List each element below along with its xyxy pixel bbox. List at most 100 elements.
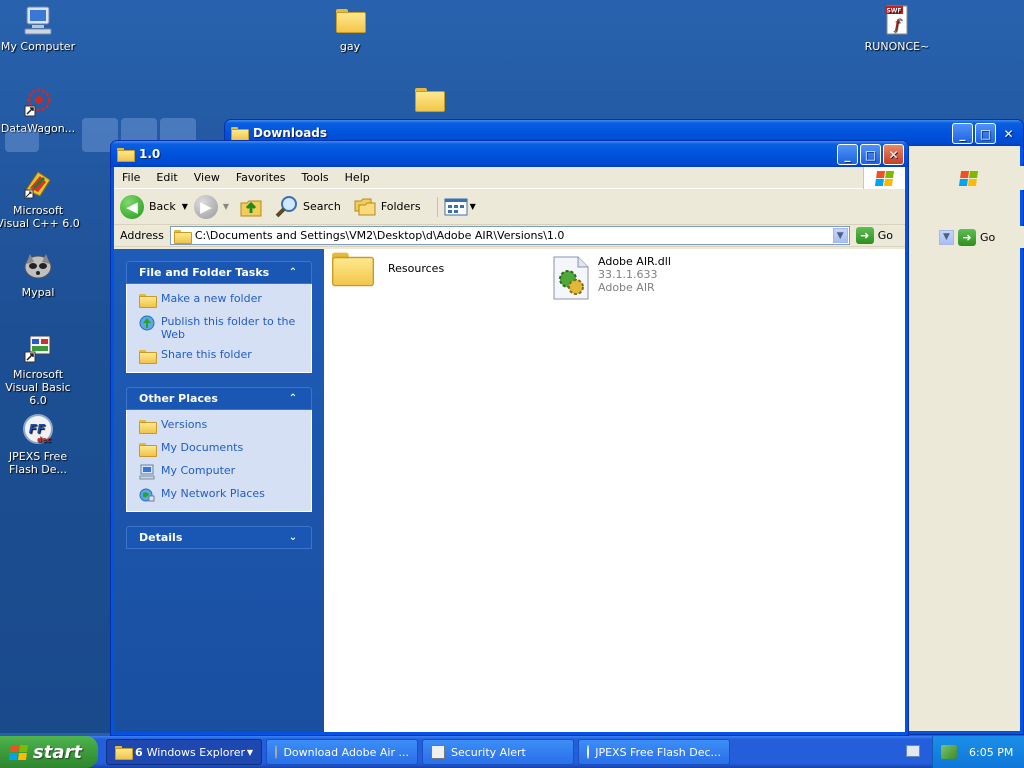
versions-link[interactable]: Versions bbox=[139, 418, 303, 434]
up-folder-button[interactable] bbox=[239, 195, 263, 219]
desktop-icon-visual-basic[interactable]: Microsoft Visual Basic 6.0 bbox=[0, 332, 80, 407]
close-button[interactable]: ✕ bbox=[883, 144, 904, 165]
my-computer-icon bbox=[22, 4, 54, 36]
explorer-frame: File Edit View Favorites Tools Help ◀ Ba… bbox=[114, 167, 905, 732]
back-label: Back bbox=[149, 200, 176, 213]
link-label: Make a new folder bbox=[161, 292, 262, 305]
keyboard-icon[interactable] bbox=[906, 745, 920, 757]
file-name: Adobe AIR.dll bbox=[598, 255, 671, 268]
chevron-down-icon[interactable]: ▼ bbox=[470, 202, 476, 211]
toolbar: ◀ Back ▼ ▶ ▼ Search Folders ▼ bbox=[114, 189, 905, 225]
menu-view[interactable]: View bbox=[186, 171, 228, 184]
go-button[interactable]: Go bbox=[878, 229, 893, 242]
minimize-button[interactable]: _ bbox=[952, 123, 973, 144]
desktop-icon-visual-cpp[interactable]: Microsoft Visual C++ 6.0 bbox=[0, 168, 80, 230]
address-dropdown[interactable]: ▼ bbox=[832, 228, 848, 243]
datawagon-icon bbox=[22, 86, 54, 118]
jpexs-icon bbox=[587, 745, 590, 759]
taskbar-item-jpexs[interactable]: JPEXS Free Flash Dec... bbox=[578, 739, 730, 765]
search-label: Search bbox=[303, 200, 341, 213]
task-label: JPEXS Free Flash Dec... bbox=[595, 745, 721, 759]
views-button[interactable]: ▼ bbox=[436, 196, 476, 217]
file-version: 33.1.1.633 bbox=[598, 268, 658, 281]
mypal-icon bbox=[22, 250, 54, 282]
collapse-icon[interactable]: ⌃ bbox=[285, 391, 301, 407]
link-label: My Network Places bbox=[161, 487, 265, 500]
publish-web-link[interactable]: Publish this folder to the Web bbox=[139, 315, 303, 341]
forward-button[interactable]: ▶ ▼ bbox=[193, 194, 229, 219]
visual-basic-icon bbox=[22, 332, 54, 364]
taskbar-item-security-alert[interactable]: Security Alert bbox=[422, 739, 574, 765]
chevron-down-icon[interactable]: ▼ bbox=[223, 202, 229, 211]
menu-tools[interactable]: Tools bbox=[294, 171, 337, 184]
make-new-folder-link[interactable]: Make a new folder bbox=[139, 292, 303, 308]
desktop-icon-runonce[interactable]: SWF f RUNONCE~ bbox=[855, 4, 939, 53]
file-item-adobe-air-dll[interactable]: Adobe AIR.dll 33.1.1.633 Adobe AIR bbox=[552, 255, 671, 304]
file-details: Adobe AIR.dll 33.1.1.633 Adobe AIR bbox=[598, 255, 671, 294]
chevron-down-icon: ▼ bbox=[246, 747, 253, 757]
file-list: Resources Adobe AIR.dll 33.1.1.633 Adobe… bbox=[324, 249, 905, 732]
panel-header[interactable]: File and Folder Tasks ⌃ bbox=[126, 261, 312, 284]
minimize-button[interactable]: _ bbox=[837, 144, 858, 165]
task-label: Windows Explorer bbox=[146, 745, 246, 759]
menubar: File Edit View Favorites Tools Help bbox=[114, 167, 905, 189]
explorer-titlebar[interactable]: 1.0 _ □ ✕ bbox=[111, 141, 908, 167]
desktop-icon-label: Microsoft Visual Basic 6.0 bbox=[5, 368, 71, 407]
search-button[interactable]: Search bbox=[275, 195, 341, 219]
my-documents-link[interactable]: My Documents bbox=[139, 441, 303, 457]
share-folder-link[interactable]: Share this folder bbox=[139, 348, 303, 364]
desktop-icon-datawagon[interactable]: DataWagon... bbox=[0, 86, 80, 135]
panel-header[interactable]: Details ⌄ bbox=[126, 526, 312, 549]
folder-icon bbox=[173, 229, 192, 244]
expand-icon[interactable]: ⌄ bbox=[285, 530, 301, 546]
go-label[interactable]: Go bbox=[980, 231, 995, 244]
menu-favorites[interactable]: Favorites bbox=[228, 171, 294, 184]
folders-button[interactable]: Folders bbox=[353, 195, 421, 219]
back-button[interactable]: ◀ Back ▼ bbox=[120, 194, 188, 219]
address-dropdown[interactable]: ▼ bbox=[939, 229, 954, 245]
file-folder-tasks-panel: File and Folder Tasks ⌃ Make a new folde… bbox=[126, 261, 312, 373]
maximize-button[interactable]: □ bbox=[860, 144, 881, 165]
explorer-window[interactable]: 1.0 _ □ ✕ File Edit View Favorites Tools… bbox=[110, 140, 909, 736]
panel-body: Versions My Documents My Computer My Net… bbox=[126, 410, 312, 512]
desktop-icon-label: Mypal bbox=[21, 286, 55, 299]
start-button[interactable]: start bbox=[0, 736, 98, 768]
link-label: Share this folder bbox=[161, 348, 252, 361]
desktop-icon-my-computer[interactable]: My Computer bbox=[0, 4, 80, 53]
collapse-icon[interactable]: ⌃ bbox=[285, 265, 301, 281]
maximize-button[interactable]: □ bbox=[975, 123, 996, 144]
address-input[interactable]: C:\Documents and Settings\VM2\Desktop\d\… bbox=[169, 226, 850, 245]
network-icon[interactable] bbox=[941, 745, 957, 759]
my-documents-icon bbox=[139, 441, 157, 457]
taskbar-item-download-adobe-air[interactable]: Download Adobe Air ... bbox=[266, 739, 418, 765]
clock[interactable]: 6:05 PM bbox=[969, 746, 1013, 759]
windows-logo bbox=[863, 167, 905, 189]
file-item-resources[interactable]: Resources bbox=[332, 252, 444, 287]
go-icon[interactable]: ➜ bbox=[958, 228, 976, 246]
menu-help[interactable]: Help bbox=[337, 171, 378, 184]
taskbar-item-windows-explorer[interactable]: 6 Windows Explorer ▼ bbox=[106, 739, 262, 765]
other-places-panel: Other Places ⌃ Versions My Documents My … bbox=[126, 387, 312, 512]
forward-arrow-icon: ▶ bbox=[193, 194, 218, 219]
swf-file-icon: SWF f bbox=[881, 4, 913, 36]
go-icon[interactable]: ➜ bbox=[855, 227, 874, 244]
downloads-address: ▼ ➜ Go bbox=[911, 226, 1024, 248]
chevron-down-icon[interactable]: ▼ bbox=[182, 202, 188, 211]
my-computer-link[interactable]: My Computer bbox=[139, 464, 303, 480]
menu-edit[interactable]: Edit bbox=[148, 171, 185, 184]
panel-header[interactable]: Other Places ⌃ bbox=[126, 387, 312, 410]
link-label: My Documents bbox=[161, 441, 244, 454]
system-tray: 6:05 PM bbox=[932, 736, 1024, 768]
my-network-places-link[interactable]: My Network Places bbox=[139, 487, 303, 503]
desktop-icon-jpexs[interactable]: FF dec JPEXS Free Flash De... bbox=[0, 414, 80, 476]
panel-title: Other Places bbox=[139, 392, 218, 405]
menu-file[interactable]: File bbox=[114, 171, 148, 184]
folder-icon[interactable] bbox=[415, 88, 445, 112]
link-label: My Computer bbox=[161, 464, 236, 477]
close-button[interactable]: ✕ bbox=[998, 123, 1019, 144]
file-company: Adobe AIR bbox=[598, 281, 655, 294]
desktop-icon-label: RUNONCE~ bbox=[864, 40, 930, 53]
desktop-icon-label: JPEXS Free Flash De... bbox=[8, 450, 68, 476]
desktop-icon-gay-folder[interactable]: gay bbox=[308, 4, 392, 53]
desktop-icon-mypal[interactable]: Mypal bbox=[0, 250, 80, 299]
